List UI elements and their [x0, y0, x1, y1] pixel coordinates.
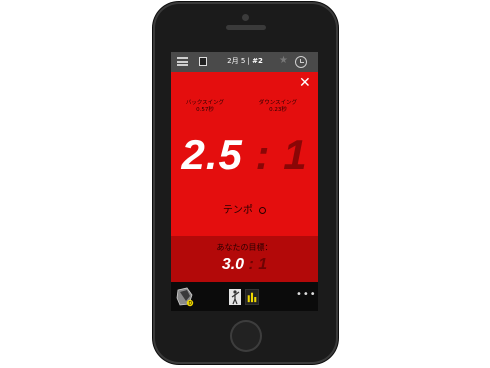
speaker — [226, 25, 266, 30]
tempo-label: テンポ — [222, 205, 253, 216]
top-bar: 2月 5 | #2 ★ — [171, 52, 318, 76]
club-head-icon[interactable]: D — [175, 286, 195, 308]
app-screen: 2月 5 | #2 ★ ✕ バックスイング 0.57秒 ダウンスイング 0.23… — [171, 52, 318, 311]
backswing-label: バックスイング — [185, 100, 225, 106]
backswing-metric: バックスイング 0.57秒 — [185, 100, 225, 114]
downswing-label: ダウンスイング — [258, 100, 298, 106]
ratio-denominator: 1 — [283, 131, 308, 178]
downswing-metric: ダウンスイング 0.23秒 — [255, 100, 301, 114]
svg-text:D: D — [189, 301, 193, 307]
ratio-value: 2.5 — [181, 131, 243, 178]
menu-icon[interactable] — [177, 57, 188, 66]
date-label: 2月 5 | — [227, 57, 250, 65]
goal-panel[interactable]: あなたの目標： 3.0 : 1 — [171, 236, 318, 282]
close-icon[interactable]: ✕ — [299, 76, 311, 90]
session-title: 2月 5 | #2 — [211, 56, 279, 67]
bar-chart-icon[interactable] — [245, 289, 259, 305]
club-icon[interactable] — [199, 57, 207, 66]
camera — [242, 14, 249, 21]
bottom-bar: D ••• — [171, 282, 318, 311]
tempo-heading: テンポ — [171, 205, 318, 217]
goal-value: 3.0 — [221, 256, 245, 273]
more-icon[interactable]: ••• — [296, 290, 317, 300]
tempo-panel: ✕ バックスイング 0.57秒 ダウンスイング 0.23秒 2.5 : 1 テン… — [171, 72, 318, 236]
shot-number: #2 — [252, 57, 263, 65]
star-icon[interactable]: ★ — [279, 55, 288, 67]
clock-icon[interactable] — [295, 56, 307, 68]
goal-label: あなたの目標： — [216, 243, 273, 252]
goal-rest: : 1 — [248, 256, 268, 273]
home-button[interactable] — [230, 320, 262, 352]
info-icon[interactable] — [259, 206, 267, 214]
tempo-ratio: 2.5 : 1 — [171, 132, 318, 178]
goal-ratio: 3.0 : 1 — [171, 256, 318, 274]
ratio-separator: : — [255, 131, 271, 178]
golfer-icon[interactable] — [229, 289, 241, 305]
backswing-value: 0.57秒 — [196, 107, 214, 113]
downswing-value: 0.23秒 — [269, 107, 287, 113]
